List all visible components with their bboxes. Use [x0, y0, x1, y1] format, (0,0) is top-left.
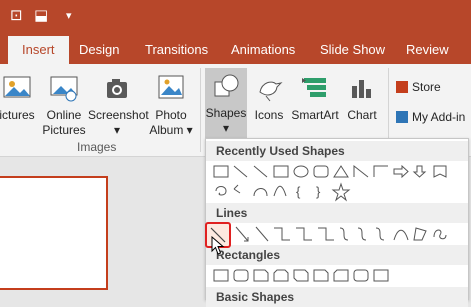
store-icon: [396, 81, 408, 93]
flowchart-shape-icon: [433, 165, 447, 178]
rectangle-shape-icon: [273, 165, 289, 178]
section-lines: Lines: [206, 203, 468, 223]
double-arrow-line-icon: [255, 226, 269, 242]
chart-button[interactable]: Chart: [342, 70, 382, 123]
oval-shape-icon: [293, 165, 309, 178]
rectangles-grid[interactable]: [212, 267, 462, 285]
title-bar: ⊡ ⬓ ▾: [0, 0, 471, 36]
line-shape-icon: [233, 165, 248, 178]
curved-arrow-connector-icon: [357, 227, 367, 241]
customize-quick-access-icon[interactable]: ▾: [66, 9, 72, 22]
elbow-connector-shape-icon: [353, 164, 369, 178]
pictures-button[interactable]: ictures: [0, 70, 36, 123]
smartart-icon: [302, 78, 326, 97]
tab-animations[interactable]: Animations: [231, 42, 295, 57]
online-pictures-button[interactable]: Online Pictures: [40, 70, 88, 138]
freeform-line-icon: [413, 227, 427, 241]
shapes-button[interactable]: Shapes ▾: [205, 68, 247, 138]
curve-shape-icon: [215, 186, 227, 196]
elbow-arrow-connector-icon: [296, 227, 312, 241]
star-shape-icon: [331, 182, 351, 202]
triangle-shape-icon: [333, 165, 349, 178]
smartart-button[interactable]: SmartArt: [290, 70, 340, 123]
section-rectangles: Rectangles: [206, 245, 468, 265]
curve-line-icon: [393, 229, 409, 241]
chart-icon: [352, 80, 371, 98]
tab-slide-show[interactable]: Slide Show: [320, 42, 385, 57]
presenter-icon[interactable]: ⊡: [10, 6, 23, 24]
down-arrow-shape-icon: [412, 165, 427, 178]
recent-shapes-grid[interactable]: { }: [212, 163, 462, 203]
store-button[interactable]: Store: [396, 80, 441, 94]
freeform-shape-icon: [273, 185, 287, 197]
rounded-rectangle-shape-icon: [313, 165, 329, 178]
mouse-cursor-icon: [211, 236, 225, 255]
left-brace-shape-icon: {: [296, 184, 301, 199]
slide-canvas[interactable]: [0, 176, 108, 290]
tab-transitions[interactable]: Transitions: [145, 42, 208, 57]
curved-connector-icon: [339, 227, 349, 241]
my-addins-button[interactable]: My Add-in: [396, 110, 465, 124]
arrow-line-icon: [235, 226, 249, 242]
elbow-double-arrow-icon: [318, 227, 334, 241]
right-arrow-shape-icon: [393, 164, 409, 179]
tab-review[interactable]: Review: [406, 42, 449, 57]
curved-double-arrow-icon: [375, 227, 385, 241]
screenshot-button[interactable]: Screenshot ▾: [88, 70, 149, 138]
slideshow-icon[interactable]: ⬓: [34, 6, 48, 24]
elbow-connector-icon: [274, 227, 290, 241]
bird-icon: [259, 81, 283, 102]
addins-icon: [396, 111, 408, 123]
section-basic-shapes: Basic Shapes: [206, 287, 468, 307]
shapes-gallery: Recently Used Shapes { } Lines Rectangle…: [205, 138, 469, 307]
ribbon-tabs: Insert Design Transitions Animations Sli…: [0, 36, 471, 64]
lines-grid[interactable]: [212, 225, 462, 245]
textbox-shape-icon: [213, 165, 229, 178]
section-recently-used: Recently Used Shapes: [206, 141, 468, 161]
photo-album-button[interactable]: Photo Album ▾: [148, 70, 194, 138]
arc-shape-icon: [253, 188, 268, 197]
shapes-icon: [214, 74, 239, 97]
pictures-icon: [3, 76, 31, 98]
online-pictures-icon: [50, 76, 78, 102]
connector-shape-icon: [233, 184, 241, 194]
screenshot-icon: [107, 79, 127, 98]
icons-button[interactable]: Icons: [250, 70, 288, 123]
tab-design[interactable]: Design: [79, 42, 119, 57]
tab-insert[interactable]: Insert: [8, 36, 69, 64]
group-separator: [200, 68, 201, 152]
scribble-line-icon: [433, 229, 447, 240]
elbow-arrow-shape-icon: [373, 165, 388, 177]
arrow-line-shape-icon: [253, 165, 268, 178]
photo-album-icon: [158, 75, 184, 99]
right-brace-shape-icon: }: [316, 184, 321, 199]
group-label-images: Images: [77, 140, 117, 154]
